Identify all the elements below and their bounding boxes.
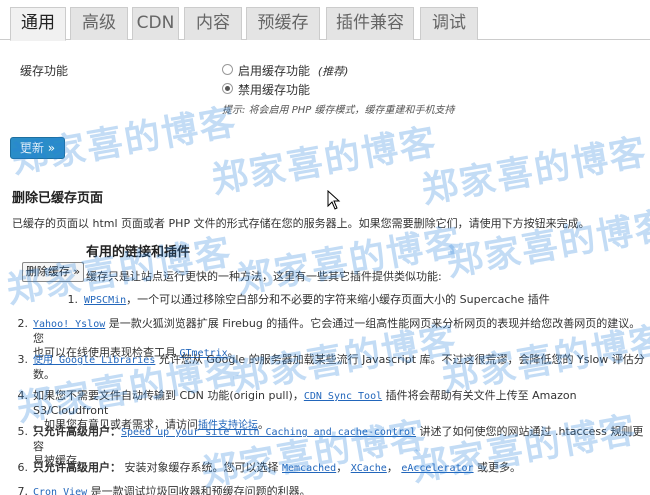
settings-content: 缓存功能 启用缓存功能 (推荐) 禁用缓存功能 提示: 将会启用 PHP 缓存模…	[0, 41, 650, 495]
tab-preload[interactable]: 预缓存	[246, 7, 320, 40]
tab-general[interactable]: 通用	[10, 7, 66, 41]
link-speed-up-guide[interactable]: Speed up your site with Caching and cach…	[121, 427, 416, 438]
caching-on-label: 启用缓存功能 (推荐)	[238, 64, 349, 78]
radio-caching-on[interactable]	[222, 64, 233, 75]
link-cron-view[interactable]: Cron View	[33, 487, 87, 495]
tab-plugins[interactable]: 插件兼容	[326, 7, 414, 40]
links-title: 有用的链接和插件	[86, 245, 191, 260]
radio-caching-off[interactable]	[222, 83, 233, 94]
link-yslow[interactable]: Yahoo! Yslow	[33, 319, 105, 330]
delete-cache-button[interactable]: 删除缓存 »	[22, 262, 84, 282]
link-xcache[interactable]: XCache	[351, 463, 387, 474]
link-cdn-sync-tool[interactable]: CDN Sync Tool	[304, 391, 382, 402]
mouse-cursor-icon	[327, 190, 341, 210]
link-wpscmin[interactable]: WPSCMin	[84, 295, 126, 306]
tab-bar: 通用 高级 CDN 内容 预缓存 插件兼容 调试	[0, 0, 650, 41]
tab-cdn[interactable]: CDN	[132, 7, 179, 40]
tab-advanced[interactable]: 高级	[70, 7, 128, 40]
delete-cache-desc: 已缓存的页面以 html 页面或者 PHP 文件的形式存储在您的服务器上。如果您…	[12, 217, 590, 230]
link-google-libraries[interactable]: 使用 Google Libraries	[33, 355, 155, 366]
delete-cache-title: 删除已缓存页面	[12, 191, 104, 206]
links-intro: 缓存只是让站点运行更快的一种方法，这里有一些其它插件提供类似功能:	[86, 270, 442, 283]
caching-label: 缓存功能	[20, 64, 69, 78]
link-memcached[interactable]: Memcached	[282, 463, 336, 474]
tab-contents[interactable]: 内容	[184, 7, 242, 40]
caching-hint: 提示: 将会启用 PHP 缓存模式，缓存重建和手机支持	[222, 105, 455, 116]
caching-off-label: 禁用缓存功能	[238, 83, 311, 97]
tab-debug[interactable]: 调试	[420, 7, 478, 40]
update-button[interactable]: 更新 »	[10, 137, 65, 159]
link-eaccelerator[interactable]: eAccelerator	[401, 463, 473, 474]
